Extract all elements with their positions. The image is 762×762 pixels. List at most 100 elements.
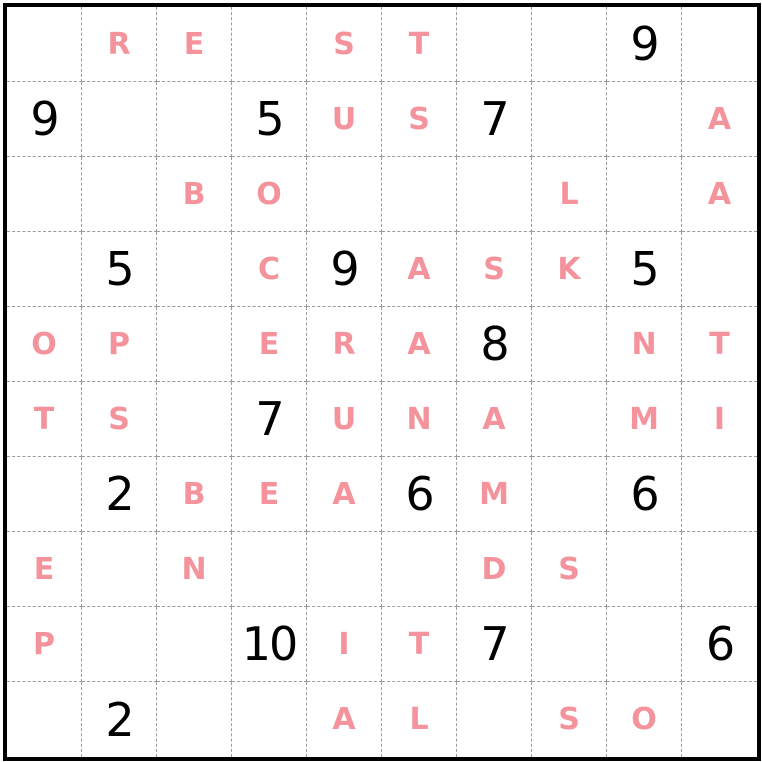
grid-cell[interactable] — [532, 82, 607, 157]
grid-cell[interactable]: 5 — [82, 232, 157, 307]
grid-cell[interactable]: 9 — [307, 232, 382, 307]
grid-cell[interactable]: A — [457, 382, 532, 457]
grid-cell[interactable]: N — [382, 382, 457, 457]
grid-cell[interactable]: P — [82, 307, 157, 382]
grid-cell[interactable] — [232, 682, 307, 757]
grid-cell[interactable]: N — [607, 307, 682, 382]
grid-cell[interactable] — [7, 457, 82, 532]
grid-cell[interactable]: O — [7, 307, 82, 382]
grid-cell[interactable]: L — [532, 157, 607, 232]
grid-cell[interactable]: 5 — [232, 82, 307, 157]
grid-cell[interactable]: M — [607, 382, 682, 457]
grid-cell[interactable]: 2 — [82, 457, 157, 532]
grid-cell[interactable] — [382, 157, 457, 232]
grid-cell[interactable] — [82, 532, 157, 607]
grid-cell[interactable]: B — [157, 157, 232, 232]
grid-cell[interactable]: I — [682, 382, 757, 457]
grid-cell[interactable]: N — [157, 532, 232, 607]
grid-cell[interactable]: L — [382, 682, 457, 757]
grid-cell[interactable]: A — [682, 82, 757, 157]
grid-cell[interactable]: A — [382, 307, 457, 382]
grid-cell[interactable] — [157, 232, 232, 307]
grid-cell[interactable]: U — [307, 382, 382, 457]
grid-cell[interactable] — [457, 7, 532, 82]
grid-cell[interactable] — [532, 457, 607, 532]
grid-cell[interactable] — [157, 82, 232, 157]
grid-cell[interactable]: U — [307, 82, 382, 157]
grid-cell[interactable]: M — [457, 457, 532, 532]
grid-cell[interactable] — [232, 532, 307, 607]
grid-cell[interactable]: 10 — [232, 607, 307, 682]
grid-cell[interactable]: A — [307, 682, 382, 757]
grid-cell[interactable]: S — [307, 7, 382, 82]
grid-cell[interactable]: P — [7, 607, 82, 682]
grid-cell[interactable]: E — [232, 457, 307, 532]
grid-cell[interactable] — [457, 157, 532, 232]
grid-cell[interactable]: 5 — [607, 232, 682, 307]
grid-cell[interactable]: 7 — [457, 82, 532, 157]
grid-cell[interactable] — [307, 532, 382, 607]
grid-cell[interactable]: S — [82, 382, 157, 457]
grid-cell[interactable] — [232, 7, 307, 82]
grid-cell[interactable]: 7 — [457, 607, 532, 682]
grid-cell[interactable]: A — [382, 232, 457, 307]
grid-cell[interactable] — [157, 682, 232, 757]
grid-cell[interactable]: D — [457, 532, 532, 607]
grid-cell[interactable] — [607, 82, 682, 157]
grid-cell[interactable] — [532, 7, 607, 82]
grid-cell[interactable]: O — [607, 682, 682, 757]
grid-cell[interactable] — [682, 457, 757, 532]
grid-cell[interactable]: R — [82, 7, 157, 82]
grid-cell[interactable]: 8 — [457, 307, 532, 382]
grid-cell[interactable]: T — [7, 382, 82, 457]
grid-cell[interactable]: S — [457, 232, 532, 307]
grid-cell[interactable] — [532, 307, 607, 382]
grid-cell[interactable] — [157, 607, 232, 682]
grid-cell[interactable] — [532, 382, 607, 457]
grid-cell[interactable]: B — [157, 457, 232, 532]
grid-cell[interactable]: E — [157, 7, 232, 82]
grid-cell[interactable]: A — [307, 457, 382, 532]
grid-cell[interactable] — [82, 82, 157, 157]
grid-cell[interactable] — [607, 607, 682, 682]
grid-cell[interactable] — [682, 532, 757, 607]
grid-cell[interactable]: A — [682, 157, 757, 232]
grid-cell[interactable] — [607, 157, 682, 232]
grid-cell[interactable] — [7, 682, 82, 757]
grid-cell[interactable] — [7, 157, 82, 232]
grid-cell[interactable]: 7 — [232, 382, 307, 457]
grid-cell[interactable]: C — [232, 232, 307, 307]
grid-cell[interactable]: 6 — [607, 457, 682, 532]
grid-cell[interactable] — [532, 607, 607, 682]
grid-cell[interactable]: E — [7, 532, 82, 607]
grid-cell[interactable] — [157, 307, 232, 382]
grid-cell[interactable] — [7, 7, 82, 82]
grid-cell[interactable]: 6 — [382, 457, 457, 532]
grid-cell[interactable]: T — [382, 7, 457, 82]
grid-cell[interactable]: E — [232, 307, 307, 382]
grid-cell[interactable] — [82, 607, 157, 682]
grid-cell[interactable] — [682, 232, 757, 307]
grid-cell[interactable]: T — [682, 307, 757, 382]
grid-cell[interactable]: I — [307, 607, 382, 682]
grid-cell[interactable]: 6 — [682, 607, 757, 682]
grid-cell[interactable] — [607, 532, 682, 607]
grid-cell[interactable] — [382, 532, 457, 607]
grid-cell[interactable] — [7, 232, 82, 307]
grid-cell[interactable]: S — [532, 532, 607, 607]
grid-cell[interactable] — [157, 382, 232, 457]
grid-cell[interactable] — [307, 157, 382, 232]
grid-cell[interactable]: S — [532, 682, 607, 757]
grid-cell[interactable]: K — [532, 232, 607, 307]
grid-cell[interactable]: 9 — [7, 82, 82, 157]
grid-cell[interactable]: R — [307, 307, 382, 382]
grid-cell[interactable]: O — [232, 157, 307, 232]
grid-cell[interactable] — [82, 157, 157, 232]
grid-cell[interactable] — [682, 7, 757, 82]
grid-cell[interactable]: 2 — [82, 682, 157, 757]
grid-cell[interactable] — [682, 682, 757, 757]
grid-cell[interactable]: S — [382, 82, 457, 157]
grid-cell[interactable]: 9 — [607, 7, 682, 82]
grid-cell[interactable] — [457, 682, 532, 757]
grid-cell[interactable]: T — [382, 607, 457, 682]
